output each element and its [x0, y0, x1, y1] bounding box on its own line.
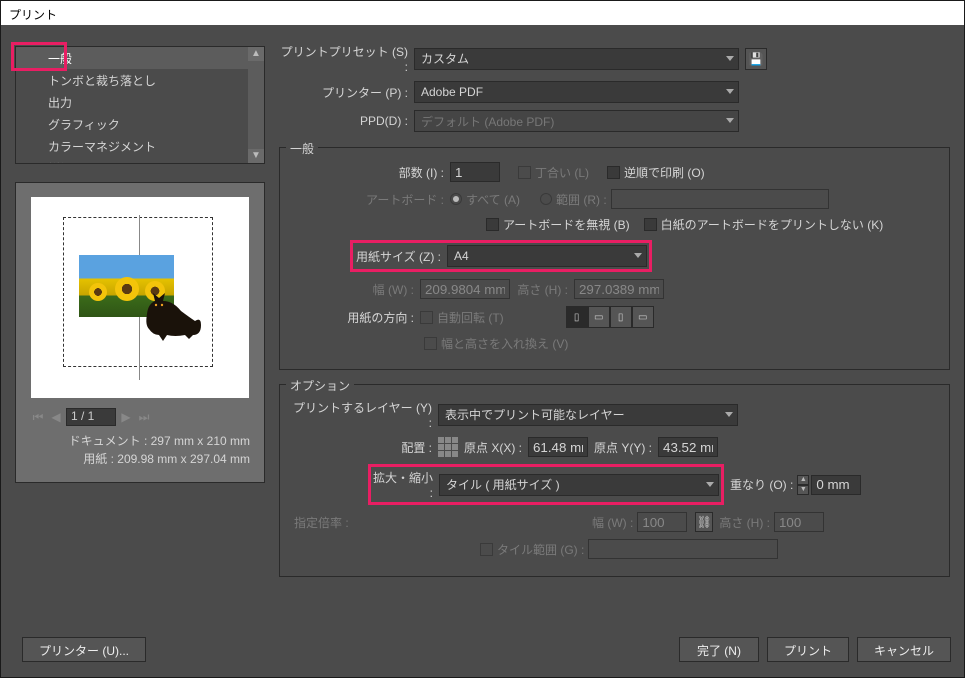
orient-landscape-left-icon[interactable]: ▭: [588, 306, 610, 328]
orient-label: 用紙の方向 :: [290, 309, 420, 326]
artboard-label: アートボード :: [290, 191, 450, 208]
auto-rotate-label: 自動回転 (T): [437, 309, 504, 326]
highlight-scale: 拡大・縮小 : タイル ( 用紙サイズ ): [368, 464, 724, 505]
section-item-color[interactable]: カラーマネジメント: [16, 135, 264, 157]
paper-width-label: 幅 (W) :: [290, 281, 420, 298]
artboard-all-label: すべて (A): [466, 191, 520, 208]
artboard-range-input: [611, 189, 829, 209]
paper-height-input: [574, 279, 664, 299]
auto-rotate-checkbox: [420, 311, 433, 324]
origin-y-input[interactable]: [658, 437, 718, 457]
printer-setup-button[interactable]: プリンター (U)...: [22, 637, 146, 662]
preview-canvas: [31, 197, 249, 398]
layers-label: プリントするレイヤー (Y) :: [290, 399, 438, 430]
reverse-label: 逆順で印刷 (O): [624, 164, 705, 181]
overlap-input[interactable]: [811, 475, 861, 495]
doc-size-text: ドキュメント : 297 mm x 210 mm: [30, 432, 250, 450]
placement-grid-icon[interactable]: [438, 437, 458, 457]
artboard-range-label: 範囲 (R) :: [556, 191, 607, 208]
collate-label: 丁合い (L): [535, 164, 589, 181]
swap-wh-label: 幅と高さを入れ換え (V): [441, 335, 568, 352]
ignore-artboard-checkbox[interactable]: [486, 218, 499, 231]
section-item-advanced[interactable]: 詳細: [16, 157, 264, 164]
tile-range-label: タイル範囲 (G) :: [497, 541, 584, 558]
orient-portrait-up-icon[interactable]: ▯: [566, 306, 588, 328]
tile-range-checkbox: [480, 543, 493, 556]
printer-select[interactable]: Adobe PDF: [414, 81, 739, 103]
origin-y-label: 原点 Y(Y) :: [594, 439, 652, 456]
ratio-label: 指定倍率 :: [290, 514, 360, 531]
paper-size-label: 用紙サイズ (Z) :: [355, 248, 447, 265]
options-legend: オプション: [286, 377, 354, 394]
scale-w-label: 幅 (W) :: [592, 514, 633, 531]
preset-select[interactable]: カスタム: [414, 48, 739, 70]
print-button[interactable]: プリント: [767, 637, 849, 662]
skip-blank-checkbox[interactable]: [644, 218, 657, 231]
paper-width-input: [420, 279, 510, 299]
pager-last-icon[interactable]: ⏭: [136, 409, 152, 425]
scale-select[interactable]: タイル ( 用紙サイズ ): [439, 474, 719, 496]
overlap-stepper[interactable]: ▲▼: [797, 475, 861, 495]
paper-size-select[interactable]: A4: [447, 245, 647, 267]
skip-blank-label: 白紙のアートボードをプリントしない (K): [661, 216, 884, 233]
orientation-buttons[interactable]: ▯ ▭ ▯ ▭: [566, 306, 654, 328]
section-item-output[interactable]: 出力: [16, 91, 264, 113]
copies-label: 部数 (I) :: [290, 164, 450, 181]
cancel-button[interactable]: キャンセル: [857, 637, 951, 662]
pager-field[interactable]: 1 / 1: [66, 408, 116, 426]
section-item-marks[interactable]: トンボと裁ち落とし: [16, 69, 264, 91]
scale-w-input: [637, 512, 687, 532]
artboard-all-radio: [450, 193, 462, 205]
collate-checkbox: [518, 166, 531, 179]
preset-label: プリントプリセット (S) :: [279, 43, 414, 74]
overlap-label: 重なり (O) :: [730, 476, 793, 493]
tile-range-input: [588, 539, 778, 559]
paper-size-text: 用紙 : 209.98 mm x 297.04 mm: [30, 450, 250, 468]
paper-height-label: 高さ (H) :: [510, 281, 574, 298]
printer-label: プリンター (P) :: [279, 84, 414, 101]
preview-panel: ⏮ ◀ 1 / 1 ▶ ⏭ ドキュメント : 297 mm x 210 mm 用…: [15, 182, 265, 483]
pager-first-icon[interactable]: ⏮: [30, 409, 46, 425]
section-item-graphics[interactable]: グラフィック: [16, 113, 264, 135]
scale-h-input: [774, 512, 824, 532]
ppd-select: デフォルト (Adobe PDF): [414, 110, 739, 132]
orient-landscape-right-icon[interactable]: ▭: [632, 306, 654, 328]
done-button[interactable]: 完了 (N): [679, 637, 759, 662]
highlight-paper-size: 用紙サイズ (Z) : A4: [350, 240, 652, 272]
artboard-range-radio: [540, 193, 552, 205]
pager-prev-icon[interactable]: ◀: [48, 409, 64, 425]
section-item-general[interactable]: 一般: [16, 47, 264, 69]
save-preset-icon[interactable]: 💾: [745, 48, 767, 70]
orient-portrait-down-icon[interactable]: ▯: [610, 306, 632, 328]
reverse-checkbox[interactable]: [607, 166, 620, 179]
list-scrollbar[interactable]: ▲ ▼: [248, 47, 264, 163]
scroll-up-icon[interactable]: ▲: [248, 47, 264, 61]
window-title: プリント: [1, 1, 964, 25]
copies-input[interactable]: [450, 162, 500, 182]
pager-next-icon[interactable]: ▶: [118, 409, 134, 425]
scale-label: 拡大・縮小 :: [373, 469, 439, 500]
section-list[interactable]: 一般 トンボと裁ち落とし 出力 グラフィック カラーマネジメント 詳細 ▲ ▼: [15, 46, 265, 164]
ignore-artboard-label: アートボードを無視 (B): [503, 216, 630, 233]
scale-h-label: 高さ (H) :: [719, 514, 770, 531]
ppd-label: PPD(D) :: [279, 114, 414, 128]
swap-wh-checkbox: [424, 337, 437, 350]
preview-cat-icon: [139, 289, 209, 345]
placement-label: 配置 :: [290, 439, 438, 456]
layers-select[interactable]: 表示中でプリント可能なレイヤー: [438, 404, 738, 426]
origin-x-label: 原点 X(X) :: [464, 439, 522, 456]
origin-x-input[interactable]: [528, 437, 588, 457]
link-wh-icon[interactable]: ⛓: [695, 512, 713, 532]
scroll-down-icon[interactable]: ▼: [248, 149, 264, 163]
general-legend: 一般: [286, 140, 318, 157]
